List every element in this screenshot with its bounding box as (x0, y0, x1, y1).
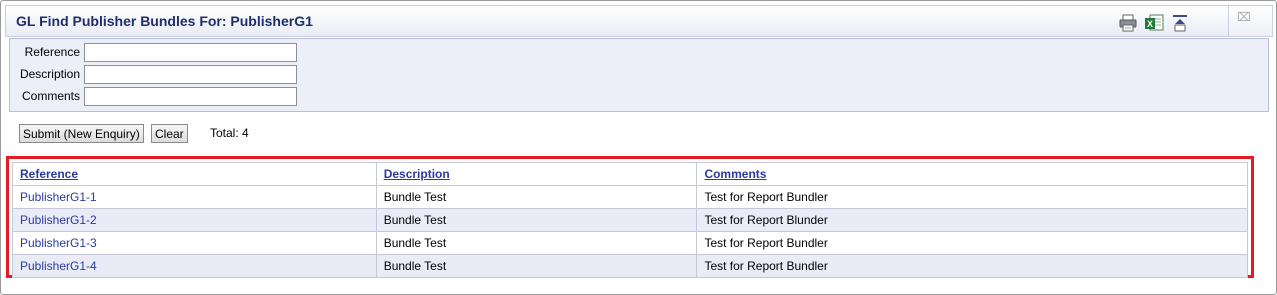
window-title: GL Find Publisher Bundles For: Publisher… (16, 13, 313, 29)
description-cell: Bundle Test (375, 231, 698, 255)
results-highlight: Reference Description Comments Publisher… (6, 156, 1254, 278)
comments-cell: Test for Report Bundler (696, 231, 1248, 255)
reference-label: Reference (24, 45, 80, 59)
close-box: ⌧ (1229, 5, 1273, 37)
excel-export-icon[interactable]: X (1144, 14, 1164, 32)
comments-label: Comments (21, 89, 80, 103)
close-icon[interactable]: ⌧ (1237, 10, 1251, 24)
table-header-row: Reference Description Comments (12, 162, 1248, 186)
title-toolbar: X (1118, 14, 1190, 32)
column-header-comments[interactable]: Comments (696, 162, 1248, 186)
comments-cell: Test for Report Bundler (696, 254, 1248, 278)
comments-cell: Test for Report Blunder (696, 208, 1248, 232)
column-header-reference[interactable]: Reference (12, 162, 377, 186)
description-cell: Bundle Test (375, 185, 698, 209)
column-header-description[interactable]: Description (375, 162, 698, 186)
description-cell: Bundle Test (375, 208, 698, 232)
reference-cell[interactable]: PublisherG1-4 (12, 254, 377, 278)
submit-button[interactable]: Submit (New Enquiry) (19, 124, 144, 143)
comments-input[interactable] (84, 87, 297, 106)
reference-cell[interactable]: PublisherG1-1 (12, 185, 377, 209)
sort-comments-link[interactable]: Comments (704, 167, 766, 181)
collapse-icon[interactable] (1170, 14, 1190, 32)
reference-cell[interactable]: PublisherG1-3 (12, 231, 377, 255)
description-label: Description (19, 67, 80, 81)
results-table: Reference Description Comments Publisher… (12, 162, 1248, 278)
sort-description-link[interactable]: Description (384, 167, 450, 181)
reference-cell[interactable]: PublisherG1-2 (12, 208, 377, 232)
dialog-window: GL Find Publisher Bundles For: Publisher… (0, 0, 1277, 295)
table-row[interactable]: PublisherG1-3 Bundle Test Test for Repor… (12, 231, 1248, 255)
table-row[interactable]: PublisherG1-1 Bundle Test Test for Repor… (12, 185, 1248, 209)
svg-text:X: X (1147, 19, 1153, 29)
description-cell: Bundle Test (375, 254, 698, 278)
print-icon[interactable] (1118, 14, 1138, 32)
sort-reference-link[interactable]: Reference (20, 167, 78, 181)
table-row[interactable]: PublisherG1-4 Bundle Test Test for Repor… (12, 254, 1248, 278)
reference-input[interactable] (84, 43, 297, 62)
clear-button[interactable]: Clear (151, 124, 188, 143)
description-input[interactable] (84, 65, 297, 84)
table-row[interactable]: PublisherG1-2 Bundle Test Test for Repor… (12, 208, 1248, 232)
comments-cell: Test for Report Bundler (696, 185, 1248, 209)
search-form: Reference Description Comments (9, 38, 1269, 112)
title-bar: GL Find Publisher Bundles For: Publisher… (5, 5, 1229, 37)
total-count: Total: 4 (210, 126, 249, 140)
